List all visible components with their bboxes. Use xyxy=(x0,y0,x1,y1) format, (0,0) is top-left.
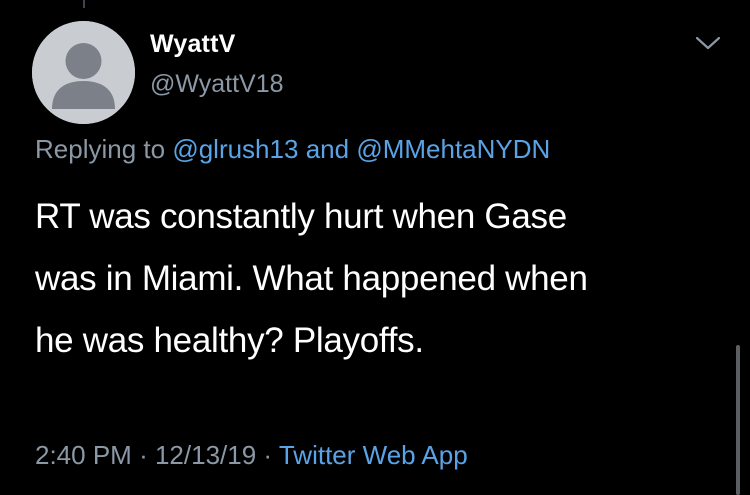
replying-conjunction: and xyxy=(305,134,350,164)
tweet-source-link[interactable]: Twitter Web App xyxy=(279,440,468,470)
tweet-text-line: was in Miami. What happened when xyxy=(35,259,588,298)
author-handle[interactable]: @WyattV18 xyxy=(150,70,284,99)
tweet-text-line: he was healthy? Playoffs. xyxy=(35,321,424,360)
replying-prefix: Replying to xyxy=(35,134,166,164)
mention-glrush13[interactable]: @glrush13 xyxy=(172,134,298,164)
meta-separator: · xyxy=(263,440,273,470)
tweet-text: RT was constantly hurt when Gase was in … xyxy=(35,186,715,372)
author-display-name[interactable]: WyattV xyxy=(150,30,235,59)
meta-separator: · xyxy=(139,440,148,470)
tweet-text-line: RT was constantly hurt when Gase xyxy=(35,197,567,236)
scrollbar[interactable] xyxy=(736,345,740,495)
thread-connector-line xyxy=(83,0,85,8)
tweet-time[interactable]: 2:40 PM xyxy=(35,440,132,470)
tweet-meta: 2:40 PM · 12/13/19 · Twitter Web App xyxy=(35,440,468,471)
tweet-date[interactable]: 12/13/19 xyxy=(155,440,256,470)
mention-mmehtanydn[interactable]: @MMehtaNYDN xyxy=(356,134,550,164)
chevron-down-icon[interactable] xyxy=(694,34,722,52)
avatar[interactable] xyxy=(32,21,135,124)
default-avatar-icon xyxy=(32,21,135,124)
replying-to-line: Replying to @glrush13 and @MMehtaNYDN xyxy=(35,134,550,165)
